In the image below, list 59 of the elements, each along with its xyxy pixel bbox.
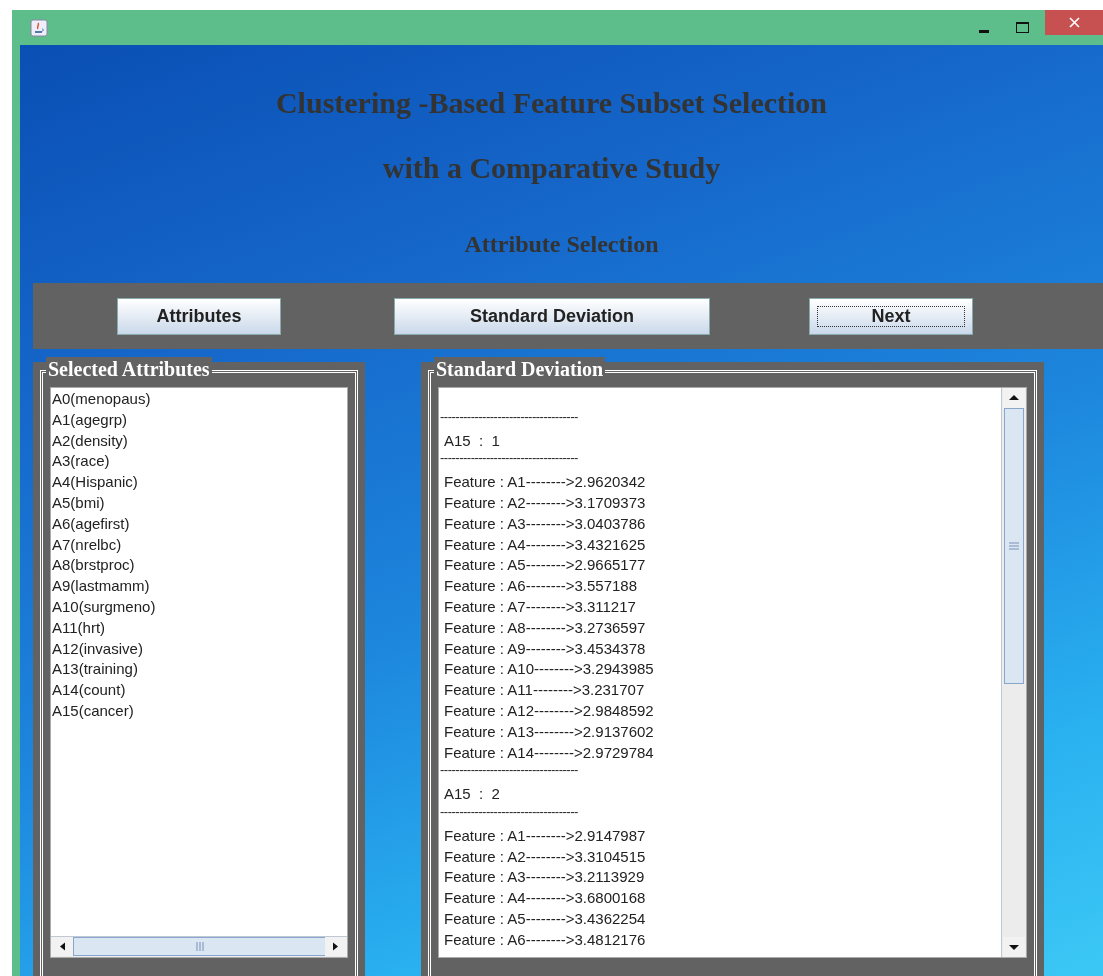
- feature-value: Feature : A9-------->3.4534378: [443, 638, 647, 659]
- attribute-item[interactable]: A12(invasive): [51, 638, 347, 660]
- feature-value: Feature : A1-------->2.9147987: [443, 825, 647, 846]
- scroll-up-button[interactable]: [1002, 388, 1026, 408]
- scrollbar-thumb[interactable]: [1002, 408, 1026, 684]
- feature-value: Feature : A8-------->3.2736597: [443, 617, 647, 638]
- feature-value: Feature : A6-------->3.4812176: [443, 929, 647, 950]
- app-title: Clustering -Based Feature Subset Selection: [275, 85, 828, 121]
- app-title: with a Comparative Study: [382, 150, 721, 186]
- separator-text: ------------------------------------: [439, 763, 579, 780]
- feature-value: Feature : A13-------->2.9137602: [443, 721, 655, 742]
- scroll-down-button[interactable]: [1002, 937, 1026, 957]
- separator-text: ------------------------------------: [439, 409, 579, 426]
- attribute-item[interactable]: A8(brstproc): [51, 555, 347, 577]
- minimize-icon: [979, 29, 989, 33]
- class-heading: A15 : 2: [443, 784, 501, 805]
- feature-value: Feature : A5-------->3.4362254: [443, 908, 647, 929]
- attribute-item[interactable]: A2(density): [51, 430, 347, 452]
- toolbar-button[interactable]: Next: [809, 298, 973, 335]
- attribute-item[interactable]: A5(bmi): [51, 493, 347, 514]
- attribute-item[interactable]: A0(menopaus): [51, 389, 347, 410]
- feature-value: Feature : A3-------->3.0403786: [443, 513, 647, 534]
- feature-value: Feature : A3-------->3.2113929: [443, 867, 646, 888]
- feature-value: Feature : A2-------->3.1709373: [443, 493, 647, 513]
- feature-value: Feature : A1-------->2.9620342: [443, 472, 647, 493]
- close-icon: [1068, 17, 1080, 28]
- toolbar-button[interactable]: Standard Deviation: [394, 298, 710, 335]
- feature-value: Feature : A14-------->2.9729784: [443, 742, 655, 763]
- feature-value: Feature : A10-------->3.2943985: [443, 659, 655, 680]
- close-button[interactable]: [1045, 10, 1103, 35]
- attribute-item[interactable]: A14(count): [51, 680, 347, 701]
- feature-value: Feature : A4-------->3.4321625: [443, 534, 647, 555]
- attribute-item[interactable]: A6(agefirst): [51, 513, 347, 535]
- attribute-item[interactable]: A9(lastmamm): [51, 576, 347, 597]
- attribute-item[interactable]: A13(training): [51, 659, 347, 681]
- java-cup-icon: [30, 18, 48, 37]
- attribute-item[interactable]: A3(race): [51, 451, 347, 473]
- maximize-icon: [1015, 22, 1029, 33]
- feature-value: Feature : A2-------->3.3104515: [443, 846, 647, 867]
- scroll-right-button[interactable]: [325, 937, 347, 956]
- scrollbar-thumb[interactable]: [72, 937, 326, 956]
- attribute-item[interactable]: A11(hrt): [51, 617, 347, 639]
- feature-value: Feature : A6-------->3.557188: [443, 576, 638, 597]
- separator-text: ------------------------------------: [439, 451, 579, 468]
- feature-value: Feature : A4-------->3.6800168: [443, 888, 647, 909]
- attribute-item[interactable]: A1(agegrp): [51, 409, 347, 431]
- feature-value: Feature : A11-------->3.231707: [443, 680, 646, 701]
- scroll-left-button[interactable]: [51, 937, 73, 956]
- separator-text: ------------------------------------: [439, 804, 579, 821]
- section-title: Attribute Selection: [464, 230, 659, 259]
- class-heading: A15 : 1: [443, 430, 501, 451]
- attribute-item[interactable]: A7(nrelbc): [51, 534, 347, 556]
- feature-value: Feature : A12-------->2.9848592: [443, 700, 655, 721]
- feature-value: Feature : A5-------->2.9665177: [443, 555, 647, 576]
- attribute-item[interactable]: A10(surgmeno): [51, 596, 347, 618]
- attribute-item[interactable]: A4(Hispanic): [51, 472, 347, 493]
- toolbar-button[interactable]: Attributes: [117, 298, 281, 335]
- attribute-item[interactable]: A15(cancer): [51, 700, 347, 722]
- feature-value: Feature : A7-------->3.311217: [443, 596, 637, 617]
